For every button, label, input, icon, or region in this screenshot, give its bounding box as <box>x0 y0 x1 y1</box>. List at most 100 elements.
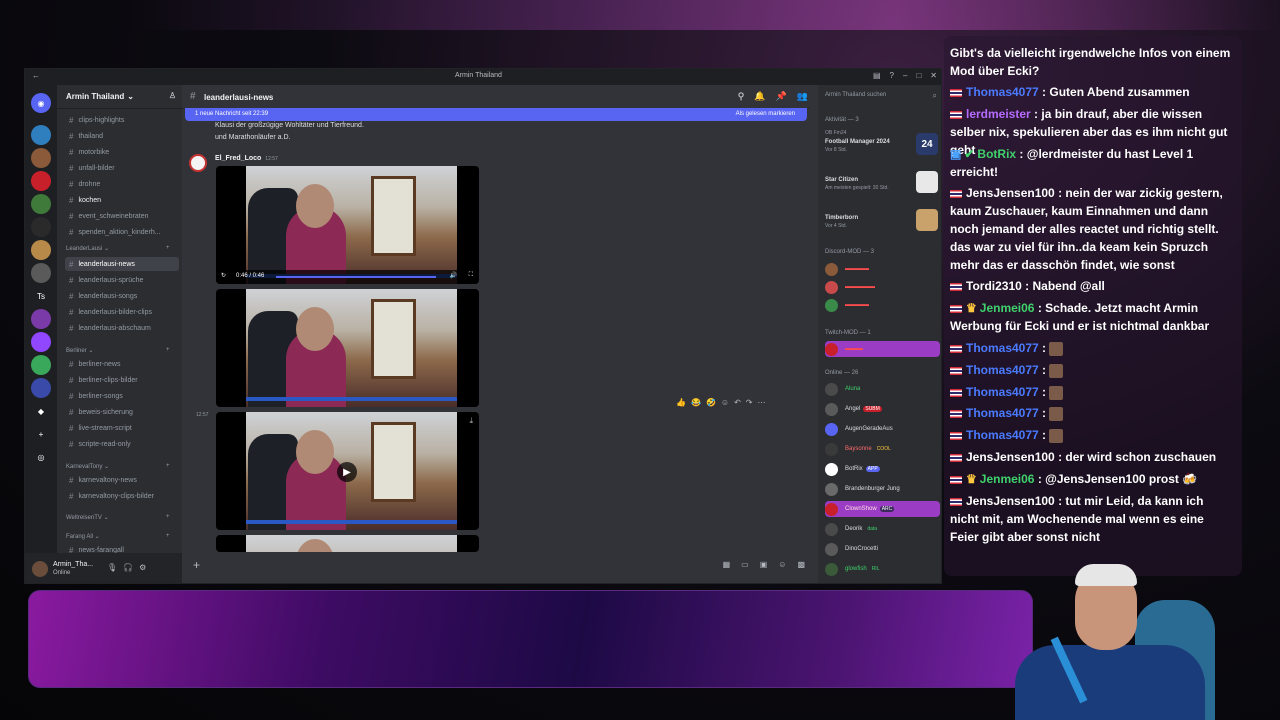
channel-item[interactable]: # motorbike <box>65 145 179 159</box>
sticker-icon[interactable]: ▣ <box>760 560 768 569</box>
channel-item[interactable]: # leanderlausi-songs <box>65 289 179 303</box>
add-server-icon[interactable]: + <box>31 424 51 444</box>
video-controls[interactable]: ↻ 0:46 / 0:46 🔊 ⛶ <box>216 270 479 284</box>
member-item[interactable]: ▬▬▬▬ <box>825 261 940 277</box>
channel-item[interactable]: # clips-highlights <box>65 113 179 127</box>
server-icon[interactable] <box>31 217 51 237</box>
activity-item[interactable]: Star Citizen Am meisten gespielt: 30 Std… <box>825 167 940 201</box>
inbox-icon[interactable]: ▤ <box>873 71 881 80</box>
headphones-icon[interactable]: 🎧 <box>123 563 133 572</box>
channel-item[interactable]: # unfall-bilder <box>65 161 179 175</box>
member-item[interactable]: ClownShow ARC <box>825 501 940 517</box>
channel-item-active[interactable]: # leanderlausi-news <box>65 257 179 271</box>
server-icon[interactable] <box>31 194 51 214</box>
server-icon[interactable] <box>31 171 51 191</box>
new-message-bar[interactable]: 1 neue Nachricht seit 22:39 Als gelesen … <box>185 108 807 121</box>
channel-item[interactable]: # leanderlausi-abschaum <box>65 321 179 335</box>
video-attachment[interactable] <box>216 289 479 407</box>
maximize-button[interactable]: □ <box>916 71 921 80</box>
twitch-icon[interactable] <box>31 332 51 352</box>
search-input[interactable]: Armin Thailand suchen ⌕ <box>825 91 937 100</box>
discord-home-icon[interactable]: ◉ <box>31 93 51 113</box>
member-item[interactable]: Baysonne COOL <box>825 441 940 457</box>
server-icon[interactable] <box>31 148 51 168</box>
member-item[interactable]: ▬▬▬▬▬ <box>825 279 940 295</box>
activity-item[interactable]: OB Fm24 Football Manager 2024 Vor 8 Std.… <box>825 129 940 163</box>
pin-icon[interactable]: 📌 <box>776 91 787 102</box>
member-item[interactable]: BotRix APP <box>825 461 940 477</box>
channel-item[interactable]: # scripte-read-only <box>65 437 179 451</box>
reaction-icon[interactable]: 👍 <box>676 398 686 407</box>
gif-icon[interactable]: ▭ <box>741 560 749 569</box>
avatar[interactable] <box>32 561 48 577</box>
channel-item[interactable]: # spenden_aktion_kinderh... <box>65 225 179 239</box>
download-icon[interactable]: ⤓ <box>469 416 473 426</box>
add-member-icon[interactable]: ♙ <box>169 91 176 100</box>
avatar[interactable] <box>189 154 207 172</box>
replay-icon[interactable]: ↻ <box>221 272 226 279</box>
server-icon[interactable] <box>31 378 51 398</box>
mic-icon[interactable]: 🎙 <box>107 563 117 572</box>
close-button[interactable]: ✕ <box>930 71 937 80</box>
server-icon[interactable] <box>31 309 51 329</box>
server-icon[interactable] <box>31 263 51 283</box>
channel-item[interactable]: # kochen <box>65 193 179 207</box>
more-icon[interactable]: ⋯ <box>757 398 765 407</box>
server-icon[interactable]: Ts <box>31 286 51 306</box>
gear-icon[interactable]: ⚙ <box>139 563 146 572</box>
channel-item[interactable]: # thailand <box>65 129 179 143</box>
play-icon[interactable]: ▶ <box>337 462 357 482</box>
member-item[interactable]: ▬▬▬▬ <box>825 297 940 313</box>
server-icon[interactable] <box>31 125 51 145</box>
member-item[interactable]: Brandenburger Jung <box>825 481 940 497</box>
reaction-icon[interactable]: 🤣 <box>706 398 716 407</box>
category-weltreisentv[interactable]: WeltreisenTV ⌄ + <box>66 514 170 521</box>
reaction-icon[interactable]: 😂 <box>691 398 701 407</box>
member-item[interactable]: glowfish RIL <box>825 561 940 577</box>
gift-icon[interactable]: ▦ <box>723 560 731 569</box>
channel-item[interactable]: # live-stream-script <box>65 421 179 435</box>
message-author[interactable]: El_Fred_Loco 12:57 <box>215 155 278 162</box>
member-item[interactable]: DinoCrocetti <box>825 541 940 557</box>
back-arrow-icon[interactable]: ← <box>32 71 40 80</box>
member-item[interactable]: Angel SUBM <box>825 401 940 417</box>
member-item[interactable]: Deorik data <box>825 521 940 537</box>
reply-icon[interactable]: ↶ <box>734 398 741 407</box>
message-composer[interactable]: + ▦ ▭ ▣ ☺ ▩ <box>181 554 809 578</box>
explore-icon[interactable]: ◎ <box>31 447 51 467</box>
members-icon[interactable]: 👥 <box>797 91 808 102</box>
server-icon[interactable] <box>31 240 51 260</box>
member-item[interactable]: AugenGeradeAus <box>825 421 940 437</box>
server-icon[interactable]: ◆ <box>31 401 51 421</box>
channel-item[interactable]: # berliner-clips-bilder <box>65 373 179 387</box>
video-attachment[interactable]: ▶ ⤓ <box>216 412 479 530</box>
member-item[interactable]: Aluna <box>825 381 940 397</box>
member-item[interactable]: ▬▬▬ <box>825 341 940 357</box>
channel-item[interactable]: # beweis-sicherung <box>65 405 179 419</box>
channel-item[interactable]: # drohne <box>65 177 179 191</box>
channel-item[interactable]: # berliner-songs <box>65 389 179 403</box>
forward-icon[interactable]: ↷ <box>746 398 753 407</box>
minimize-button[interactable]: – <box>903 71 907 80</box>
bell-icon[interactable]: 🔔 <box>754 91 765 102</box>
add-reaction-icon[interactable]: ☺ <box>721 398 729 407</box>
threads-icon[interactable]: ⚲ <box>738 91 745 102</box>
category-farang[interactable]: Farang All ⌄ + <box>66 533 170 540</box>
channel-item[interactable]: # event_schweinebraten <box>65 209 179 223</box>
video-attachment[interactable] <box>216 535 479 552</box>
emoji-icon[interactable]: ☺ <box>778 560 786 569</box>
volume-icon[interactable]: 🔊 <box>450 272 457 279</box>
channel-item[interactable]: # berliner-news <box>65 357 179 371</box>
server-icon[interactable] <box>31 355 51 375</box>
video-attachment[interactable]: ↻ 0:46 / 0:46 🔊 ⛶ <box>216 166 479 284</box>
channel-item[interactable]: # karnevaltony-clips-bilder <box>65 489 179 503</box>
category-berliner[interactable]: Berliner ⌄ + <box>66 347 170 354</box>
attach-icon[interactable]: + <box>193 558 200 572</box>
channel-item[interactable]: # karnevaltony-news <box>65 473 179 487</box>
category-karnevaltony[interactable]: KarnevalTony ⌄ + <box>66 463 170 470</box>
guild-header[interactable]: Armin Thailand ⌄ ♙ <box>57 85 182 109</box>
help-icon[interactable]: ? <box>890 71 894 80</box>
category-leanderlausi[interactable]: LeanderLausi ⌄ + <box>66 245 170 252</box>
mark-read-button[interactable]: Als gelesen markieren <box>736 111 795 117</box>
channel-item[interactable]: # leanderlausi-bilder-clips <box>65 305 179 319</box>
